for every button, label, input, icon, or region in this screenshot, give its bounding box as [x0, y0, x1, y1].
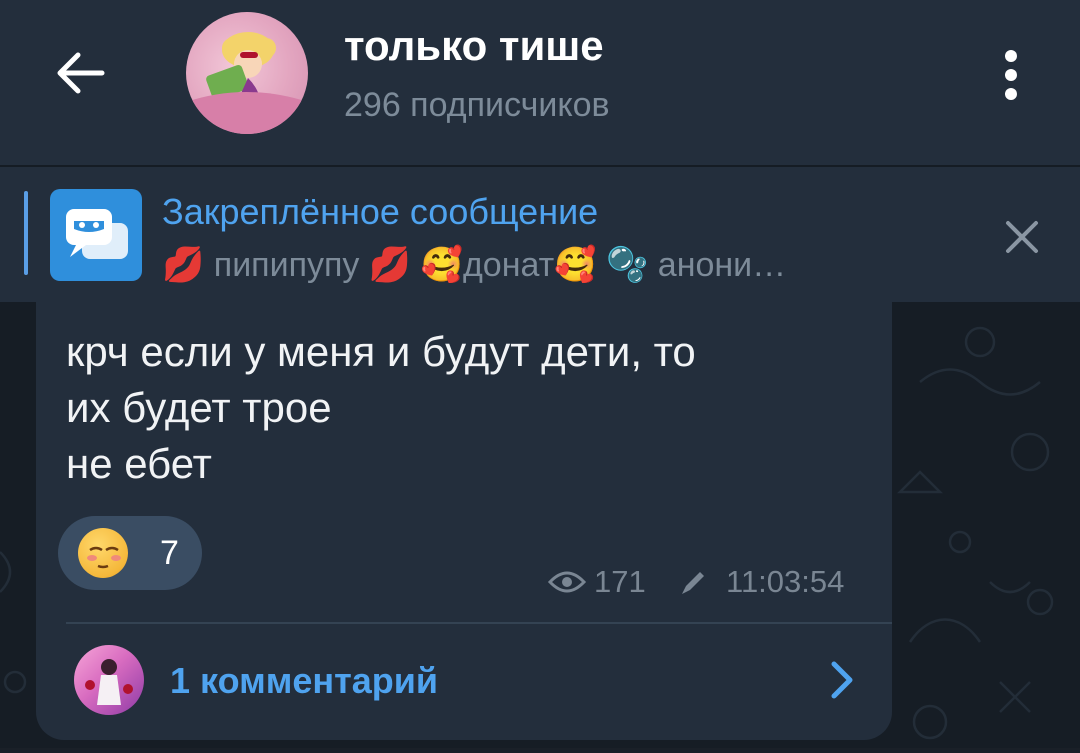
chevron-right-icon [831, 661, 853, 699]
eye-icon [548, 571, 586, 593]
message-meta: 171 11:03:54 [548, 564, 868, 604]
reaction-chip[interactable]: 7 [58, 516, 202, 590]
edited-pencil-icon [682, 572, 704, 594]
channel-avatar[interactable] [186, 12, 308, 134]
close-icon [1006, 221, 1038, 253]
message-time: 11:03:54 [726, 564, 845, 599]
subscriber-count: 296 подписчиков [344, 86, 610, 124]
pinned-preview: 💋 пипипупу 💋 🥰донат🥰 🫧 анони… [162, 246, 787, 284]
arrow-left-icon [57, 52, 105, 94]
pinned-indicator [24, 191, 28, 275]
commenter-avatar-image [85, 659, 133, 705]
comments-open-button[interactable] [828, 660, 856, 700]
more-vertical-icon [1005, 50, 1017, 100]
comments-link[interactable]: 1 комментарий [170, 660, 438, 702]
pensive-blush-emoji-icon [78, 528, 128, 578]
reaction-count: 7 [160, 534, 179, 572]
more-menu-button[interactable] [998, 48, 1024, 102]
anonymous-chat-icon [66, 209, 128, 259]
pinned-close-button[interactable] [1002, 217, 1042, 257]
commenter-avatar[interactable] [74, 645, 144, 715]
message-text: крч если у меня и будут дети, то их буде… [66, 328, 696, 487]
view-count: 171 [594, 564, 646, 599]
avatar-illustration [186, 32, 308, 134]
comments-divider [66, 622, 892, 624]
pinned-thumbnail [50, 189, 142, 281]
channel-header: только тише 296 подписчиков [0, 0, 1080, 165]
pinned-title: Закреплённое сообщение [162, 191, 599, 232]
pinned-message-bar[interactable]: Закреплённое сообщение 💋 пипипупу 💋 🥰дон… [0, 167, 1080, 302]
back-button[interactable] [50, 48, 110, 98]
channel-title[interactable]: только тише [344, 22, 604, 70]
